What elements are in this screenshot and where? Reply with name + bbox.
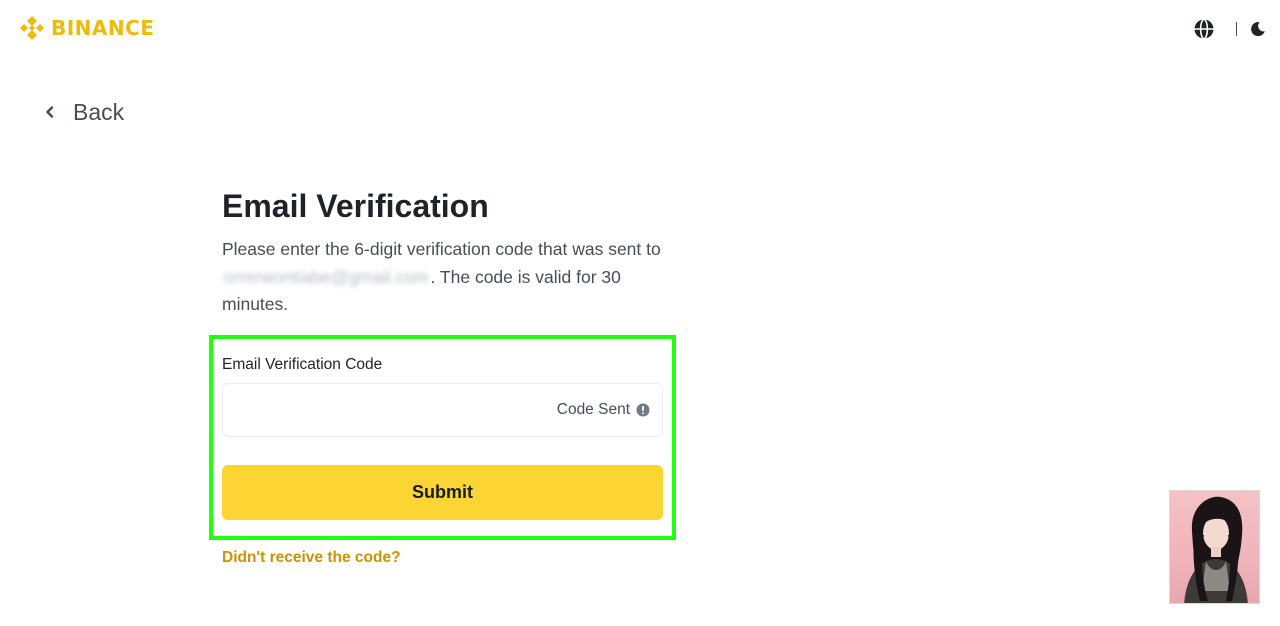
moon-icon[interactable] <box>1250 21 1266 37</box>
verification-code-input[interactable] <box>235 384 557 436</box>
masked-email: orrerwontiabe@gmail.com <box>224 266 429 287</box>
instructions-part1: Please enter the 6-digit verification co… <box>222 239 661 259</box>
verification-panel: Email Verification Please enter the 6-di… <box>222 184 664 319</box>
person-photo <box>1184 496 1248 603</box>
code-field-label: Email Verification Code <box>222 356 383 373</box>
video-avatar[interactable] <box>1169 490 1260 604</box>
page-title: Email Verification <box>222 188 489 224</box>
code-sent-label: Code Sent <box>556 401 630 418</box>
info-circle-icon[interactable] <box>636 403 650 417</box>
verification-code-field[interactable]: Code Sent <box>222 383 663 437</box>
resend-code-link[interactable]: Didn't receive the code? <box>222 549 401 567</box>
code-sent-status: Code Sent <box>557 401 650 419</box>
instructions-text: Please enter the 6-digit verification co… <box>222 236 664 319</box>
submit-button[interactable]: Submit <box>222 465 663 520</box>
globe-icon[interactable] <box>1193 18 1215 40</box>
binance-logo-icon <box>20 16 44 40</box>
back-label: Back <box>73 98 125 125</box>
binance-logo[interactable]: BINANCE <box>18 14 154 42</box>
header-divider <box>1236 22 1237 36</box>
chevron-left-icon <box>46 106 54 118</box>
header-tools <box>1193 17 1266 41</box>
brand-name: BINANCE <box>51 16 155 40</box>
back-button[interactable]: Back <box>42 96 124 128</box>
